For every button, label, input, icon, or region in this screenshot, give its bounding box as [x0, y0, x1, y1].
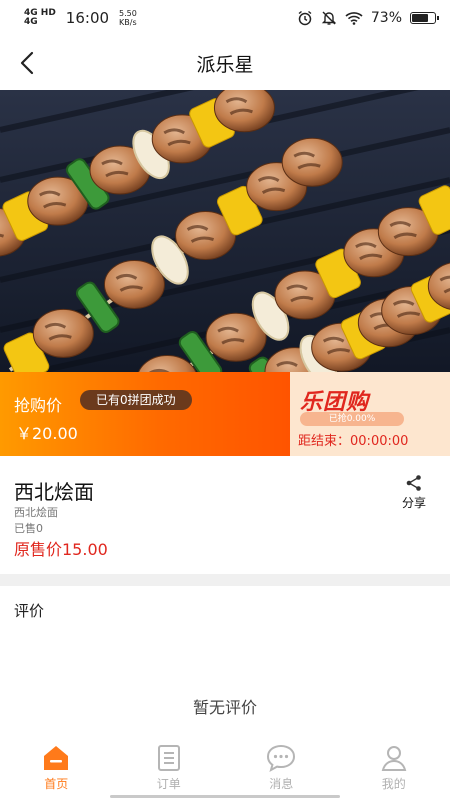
tab-orders-label: 订单: [156, 777, 181, 791]
product-name: 西北烩面: [14, 480, 94, 504]
mute-icon: [321, 11, 337, 25]
sold-progress-text: 已抢0.00%: [328, 414, 376, 424]
wifi-icon: [345, 12, 363, 25]
clock: 16:00: [65, 9, 110, 27]
back-button[interactable]: [14, 49, 42, 77]
tab-messages-label: 消息: [269, 777, 294, 791]
nav-bar: 派乐星: [0, 36, 450, 90]
share-button[interactable]: 分享: [398, 474, 430, 511]
product-image[interactable]: [0, 90, 450, 372]
sold-progress-bar: 已抢0.00%: [300, 412, 404, 426]
countdown-time: 00:00:00: [350, 434, 409, 449]
countdown-label: 距结束：: [298, 434, 351, 449]
order-icon: [157, 745, 180, 771]
battery-percent: 73%: [370, 10, 402, 26]
tab-home[interactable]: 首页: [0, 737, 113, 800]
reviews-heading: 评价: [14, 602, 45, 620]
product-subtitle: 西北烩面: [14, 506, 58, 519]
battery-icon: [410, 12, 439, 24]
skewer-piece-meat: [103, 259, 165, 309]
bottom-tab-bar: 首页 订单 消息 我的: [0, 737, 450, 800]
tab-messages[interactable]: 消息: [225, 737, 338, 800]
profile-icon: [381, 746, 407, 771]
countdown: 距结束：00:00:00: [298, 430, 408, 449]
net-speed-unit: KB/s: [119, 18, 137, 27]
flash-price-panel: 抢购价 已有0拼团成功 ￥20.00: [0, 372, 290, 456]
alarm-icon: [298, 10, 312, 26]
flash-price-label: 抢购价: [14, 396, 63, 415]
skewer-piece-meat: [32, 308, 94, 358]
net-speed-value: 5.50: [119, 9, 137, 18]
battery-level: [412, 14, 429, 22]
share-icon: [406, 475, 421, 491]
status-bar: 4G HD 4G 16:00 5.50 KB/s 73%: [0, 0, 450, 36]
group-buy-status-panel: 乐团购 已抢0.00% 距结束：00:00:00: [290, 372, 450, 456]
share-label: 分享: [401, 496, 426, 510]
tab-orders[interactable]: 订单: [113, 737, 226, 800]
group-buy-banner: 抢购价 已有0拼团成功 ￥20.00 乐团购 已抢0.00% 距结束：00:00…: [0, 372, 450, 456]
tab-profile-label: 我的: [381, 777, 406, 791]
signal-2-label: 4G: [24, 17, 38, 27]
home-indicator: [110, 795, 340, 798]
section-divider: [0, 574, 450, 586]
skewer-piece-meat: [281, 137, 343, 187]
cellular-signal-icon: 4G HD 4G: [24, 9, 56, 27]
flash-price-value: ￥20.00: [16, 424, 78, 443]
net-speed: 5.50 KB/s: [119, 9, 137, 27]
message-icon: [267, 744, 296, 773]
page-title: 派乐星: [196, 53, 254, 76]
home-icon: [44, 746, 69, 770]
sold-count: 已售0: [14, 522, 43, 535]
group-success-badge: 已有0拼团成功: [80, 390, 192, 410]
chevron-left-icon: [20, 51, 34, 75]
tab-home-label: 首页: [44, 777, 69, 791]
product-info: 西北烩面 西北烩面 已售0 原售价15.00 分享: [0, 456, 450, 574]
original-price: 原售价15.00: [14, 540, 108, 559]
skewers-illustration: [0, 90, 450, 372]
reviews-empty-message: 暂无评价: [192, 698, 257, 717]
tab-profile[interactable]: 我的: [338, 737, 450, 800]
